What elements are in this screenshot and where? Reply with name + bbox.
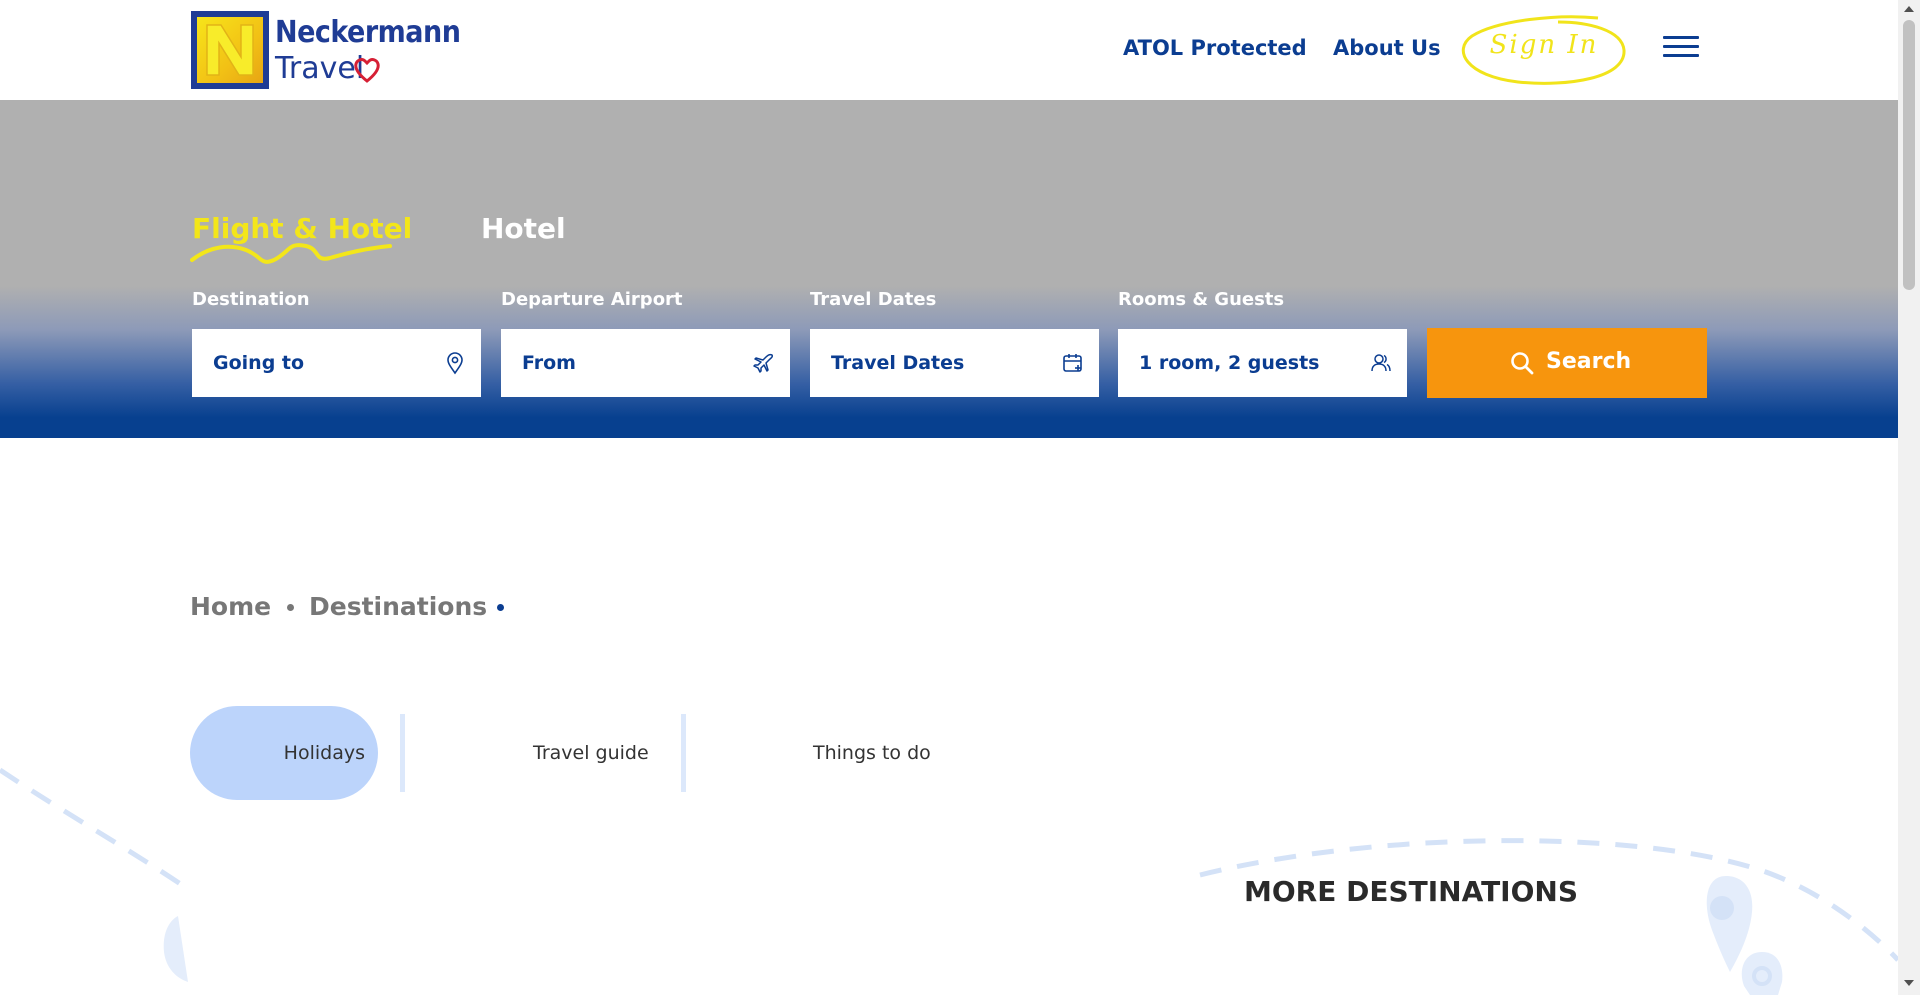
more-destinations-heading: MORE DESTINATIONS (1244, 875, 1579, 908)
guests-icon (1371, 354, 1391, 372)
breadcrumb-destinations[interactable]: Destinations (309, 592, 487, 621)
neckermann-travel-logo[interactable]: Neckermann Travel (191, 11, 461, 89)
sign-in-button[interactable]: Sign In (1458, 12, 1630, 88)
tab-holidays[interactable]: Holidays (190, 706, 378, 800)
page-scrollbar[interactable] (1898, 0, 1920, 995)
tab-divider (681, 714, 686, 792)
nav-about-us[interactable]: About Us (1333, 36, 1441, 60)
rooms-guests-value: 1 room, 2 guests (1139, 352, 1320, 374)
sign-in-label: Sign In (1489, 30, 1599, 60)
breadcrumb-home[interactable]: Home (190, 592, 271, 621)
travel-dates-label: Travel Dates (810, 289, 937, 310)
tab-holidays-label: Holidays (283, 742, 365, 764)
search-icon (1511, 352, 1534, 375)
tab-hotel[interactable]: Hotel (481, 212, 566, 245)
tab-travel-guide-label: Travel guide (533, 742, 649, 764)
logo-text-travel: Travel (275, 51, 365, 86)
logo-mark-icon (191, 11, 269, 89)
active-tab-squiggle (190, 243, 392, 264)
heart-icon (354, 58, 380, 83)
scroll-up-arrow-icon[interactable] (1904, 6, 1914, 12)
site-header: Neckermann Travel ATOL Protected About U… (0, 0, 1898, 100)
destination-value: Going to (213, 352, 305, 374)
location-pin-icon (447, 352, 463, 375)
breadcrumb-separator (497, 604, 504, 611)
rooms-guests-label: Rooms & Guests (1118, 289, 1285, 310)
tab-things-to-do[interactable]: Things to do (700, 706, 960, 800)
tab-divider (400, 714, 405, 792)
tab-travel-guide[interactable]: Travel guide (420, 706, 680, 800)
departure-value: From (522, 352, 576, 374)
logo-text-neckermann: Neckermann (275, 15, 461, 50)
search-panel: Flight & Hotel Hotel Destination Departu… (0, 100, 1898, 438)
departure-airport-label: Departure Airport (501, 289, 683, 310)
rooms-guests-input[interactable]: 1 room, 2 guests (1118, 329, 1407, 397)
travel-dates-value: Travel Dates (831, 352, 965, 374)
destination-label: Destination (192, 289, 310, 310)
scrollbar-thumb[interactable] (1903, 20, 1915, 290)
nav-atol-protected[interactable]: ATOL Protected (1123, 36, 1307, 60)
search-button[interactable]: Search (1427, 328, 1707, 398)
breadcrumb-separator (287, 604, 294, 611)
destination-input[interactable]: Going to (192, 329, 481, 397)
search-button-label: Search (1546, 349, 1632, 374)
travel-dates-input[interactable]: Travel Dates (810, 329, 1099, 397)
hamburger-menu-icon[interactable] (1663, 36, 1699, 58)
tab-things-to-do-label: Things to do (813, 742, 931, 764)
calendar-icon (1063, 354, 1082, 372)
departure-airport-input[interactable]: From (501, 329, 790, 397)
scroll-down-arrow-icon[interactable] (1904, 980, 1914, 986)
plane-icon (753, 353, 773, 373)
